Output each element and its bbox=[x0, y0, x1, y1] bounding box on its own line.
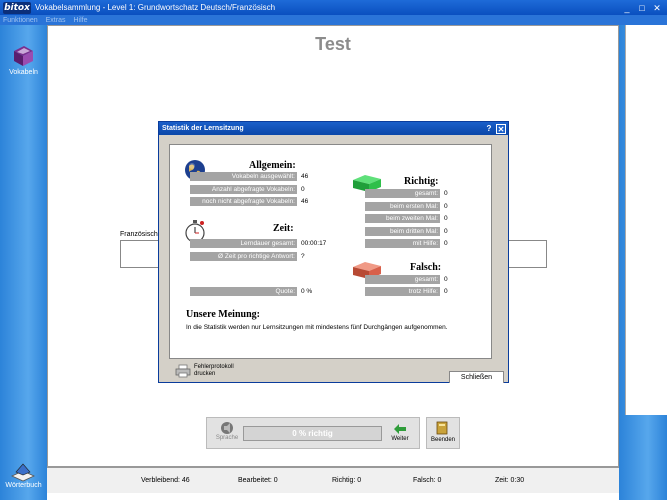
beenden-button[interactable]: Beenden bbox=[426, 417, 460, 449]
dialog-help-button[interactable]: ? bbox=[484, 124, 494, 134]
menu-extras[interactable]: Extras bbox=[46, 17, 66, 24]
dictionary-icon bbox=[11, 463, 35, 482]
menu-hilfe[interactable]: Hilfe bbox=[73, 17, 87, 24]
row-value-mit-hilfe: 0 bbox=[444, 240, 448, 247]
arrow-left-icon bbox=[394, 424, 406, 434]
row-label-erstes-mal: beim ersten Mal: bbox=[365, 202, 440, 211]
status-bar: Verbleibend: 46 Bearbeitet: 0 Richtig: 0… bbox=[47, 467, 619, 493]
allgemein-heading: Allgemein: bbox=[249, 160, 296, 171]
control-panel: Sprache 0 % richtig Weiter bbox=[206, 417, 420, 449]
row-label-lerndauer: Lerndauer gesamt: bbox=[190, 239, 297, 248]
progress-bar: 0 % richtig bbox=[243, 426, 382, 441]
woerterbuch-label: Wörterbuch bbox=[5, 482, 42, 489]
row-value-drittes-mal: 0 bbox=[444, 228, 448, 235]
app-logo: bitox bbox=[3, 1, 31, 14]
window-title: Vokabelsammlung - Level 1: Grundwortscha… bbox=[35, 3, 276, 12]
sprache-label: Sprache bbox=[215, 435, 239, 441]
printer-icon bbox=[175, 364, 191, 378]
row-label-anzahl-abgefragt: Anzahl abgefragte Vokabeln: bbox=[190, 185, 297, 194]
beenden-label: Beenden bbox=[430, 437, 456, 443]
page-title: Test bbox=[315, 34, 351, 54]
menu-funktionen[interactable]: Funktionen bbox=[3, 17, 38, 24]
close-button[interactable]: ✕ bbox=[651, 3, 663, 13]
row-label-zeit-pro-antwort: Ø Zeit pro richtige Antwort: bbox=[190, 252, 297, 261]
vokabeln-button[interactable]: Vokabeln bbox=[0, 41, 47, 93]
dialog-title: Statistik der Lernsitzung bbox=[162, 125, 244, 132]
meinung-heading: Unsere Meinung: bbox=[186, 309, 260, 320]
woerterbuch-button[interactable]: Wörterbuch bbox=[0, 460, 47, 496]
row-label-nicht-abgefragt: noch nicht abgefragte Vokabeln: bbox=[190, 197, 297, 206]
meinung-text: In die Statistik werden nur Lernsitzunge… bbox=[186, 324, 448, 331]
weiter-button[interactable]: Weiter bbox=[385, 421, 415, 442]
row-value-erstes-mal: 0 bbox=[444, 203, 448, 210]
row-value-richtig-gesamt: 0 bbox=[444, 190, 448, 197]
row-value-nicht-abgefragt: 46 bbox=[301, 198, 309, 205]
weiter-label: Weiter bbox=[391, 436, 409, 442]
falsch-heading: Falsch: bbox=[410, 262, 442, 273]
speaker-icon bbox=[221, 422, 233, 434]
row-value-vokabeln-ausgewaehlt: 46 bbox=[301, 173, 309, 180]
book-exit-icon bbox=[436, 421, 448, 435]
vokabeln-label: Vokabeln bbox=[9, 69, 38, 76]
fehlerprotokoll-label: Fehlerprotokoll drucken bbox=[194, 364, 234, 377]
menu-bar: Funktionen Extras Hilfe bbox=[0, 15, 667, 25]
row-label-trotz-hilfe: trotz Hilfe: bbox=[365, 287, 440, 296]
left-sidebar: Vokabeln Wörterbuch bbox=[0, 25, 47, 500]
dialog-close-button[interactable]: ✕ bbox=[496, 123, 506, 134]
row-value-zeit-pro-antwort: ? bbox=[301, 253, 305, 260]
right-panel bbox=[625, 25, 667, 415]
row-label-richtig-gesamt: gesamt: bbox=[365, 189, 440, 198]
row-value-anzahl-abgefragt: 0 bbox=[301, 186, 305, 193]
maximize-button[interactable]: □ bbox=[636, 3, 648, 13]
window-titlebar: bitox Vokabelsammlung - Level 1: Grundwo… bbox=[0, 0, 667, 15]
row-value-zweites-mal: 0 bbox=[444, 215, 448, 222]
sprache-button[interactable]: Sprache bbox=[213, 421, 241, 441]
row-value-falsch-gesamt: 0 bbox=[444, 276, 448, 283]
row-label-vokabeln-ausgewaehlt: Vokabeln ausgewählt: bbox=[190, 172, 297, 181]
schliessen-button[interactable]: Schließen bbox=[449, 371, 504, 383]
row-label-falsch-gesamt: gesamt: bbox=[365, 275, 440, 284]
row-value-lerndauer: 00:00:17 bbox=[301, 240, 327, 247]
right-sidebar bbox=[619, 25, 667, 500]
statistik-dialog: Statistik der Lernsitzung ? ✕ Allgemein:… bbox=[158, 121, 509, 383]
row-label-quote: Quote: bbox=[190, 287, 297, 296]
row-label-mit-hilfe: mit Hilfe: bbox=[365, 239, 440, 248]
dialog-titlebar: Statistik der Lernsitzung ? ✕ bbox=[159, 122, 508, 135]
field-label-franzoesisch: Französisch bbox=[120, 231, 158, 238]
fehlerprotokoll-button[interactable]: Fehlerprotokoll drucken bbox=[175, 364, 234, 378]
row-label-zweites-mal: beim zweiten Mal: bbox=[365, 214, 440, 223]
row-value-quote: 0 % bbox=[301, 288, 313, 295]
minimize-button[interactable]: _ bbox=[621, 3, 633, 13]
status-richtig: Richtig: 0 bbox=[332, 477, 362, 484]
row-value-trotz-hilfe: 0 bbox=[444, 288, 448, 295]
dialog-body: Allgemein: Vokabeln ausgewählt: 46 Anzah… bbox=[169, 144, 492, 359]
status-falsch: Falsch: 0 bbox=[413, 477, 442, 484]
status-verbleibend: Verbleibend: 46 bbox=[141, 477, 190, 484]
status-zeit: Zeit: 0:30 bbox=[495, 477, 525, 484]
status-bearbeitet: Bearbeitet: 0 bbox=[238, 477, 278, 484]
richtig-heading: Richtig: bbox=[404, 176, 439, 187]
book-icon bbox=[14, 46, 33, 66]
zeit-heading: Zeit: bbox=[273, 223, 294, 234]
row-label-drittes-mal: beim dritten Mal: bbox=[365, 227, 440, 236]
